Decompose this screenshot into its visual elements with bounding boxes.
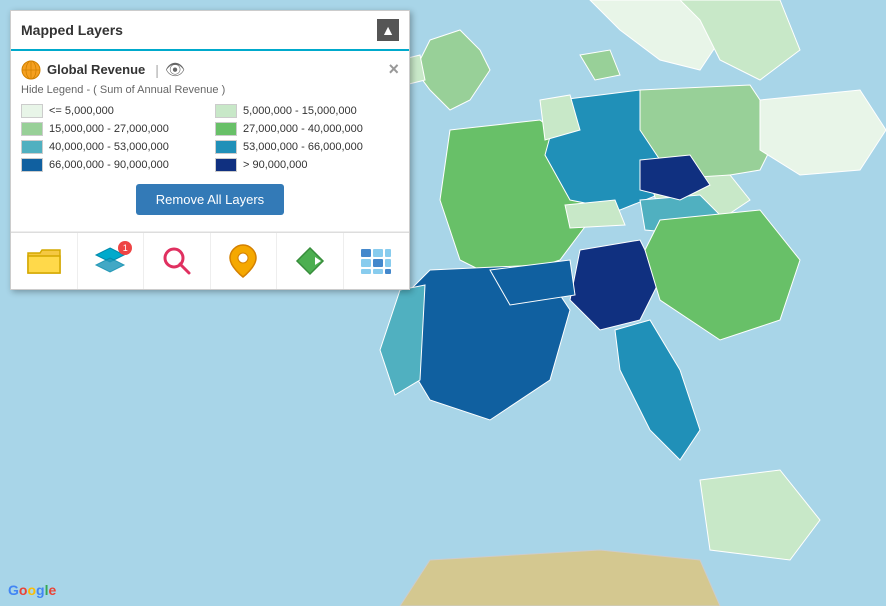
legend-swatch-1 [215, 104, 237, 118]
layer-name: Global Revenue [47, 62, 145, 77]
toolbar-search-button[interactable] [144, 233, 211, 289]
globe-icon [21, 60, 41, 80]
layers-wrapper: 1 [94, 245, 126, 278]
layer-close-button[interactable]: × [388, 59, 399, 80]
toolbar-layers-button[interactable]: 1 [78, 233, 145, 289]
legend-item-7: > 90,000,000 [215, 158, 399, 172]
remove-all-layers-button[interactable]: Remove All Layers [136, 184, 284, 215]
legend-swatch-5 [215, 140, 237, 154]
legend-label-3: 27,000,000 - 40,000,000 [243, 123, 363, 135]
google-logo: Google [8, 582, 56, 598]
map-container: Mapped Layers ▲ Global Revenue | 👁 × Hid… [0, 0, 886, 606]
legend-label-7: > 90,000,000 [243, 159, 308, 171]
legend-label-2: 15,000,000 - 27,000,000 [49, 123, 169, 135]
layer-section: Global Revenue | 👁 × Hide Legend - ( Sum… [11, 51, 409, 232]
legend-label-1: 5,000,000 - 15,000,000 [243, 105, 357, 117]
legend-item-6: 66,000,000 - 90,000,000 [21, 158, 205, 172]
toolbar: 1 [11, 232, 409, 289]
panel-collapse-button[interactable]: ▲ [377, 19, 399, 41]
legend-item-4: 40,000,000 - 53,000,000 [21, 140, 205, 154]
legend-label-5: 53,000,000 - 66,000,000 [243, 141, 363, 153]
location-icon [228, 243, 258, 279]
toolbar-menu-button[interactable] [344, 233, 410, 289]
legend-item-2: 15,000,000 - 27,000,000 [21, 122, 205, 136]
legend-swatch-3 [215, 122, 237, 136]
legend-grid: <= 5,000,000 5,000,000 - 15,000,000 15,0… [21, 104, 399, 172]
legend-item-5: 53,000,000 - 66,000,000 [215, 140, 399, 154]
legend-label-4: 40,000,000 - 53,000,000 [49, 141, 169, 153]
legend-swatch-4 [21, 140, 43, 154]
menu-icon [361, 247, 391, 275]
visibility-toggle[interactable]: 👁 [165, 60, 185, 80]
panel-title: Mapped Layers [21, 22, 123, 38]
legend-swatch-2 [21, 122, 43, 136]
toolbar-location-button[interactable] [211, 233, 278, 289]
panel-header: Mapped Layers ▲ [11, 11, 409, 51]
layer-header: Global Revenue | 👁 × [21, 59, 399, 80]
legend-swatch-0 [21, 104, 43, 118]
folder-icon [26, 247, 62, 275]
mapped-layers-panel: Mapped Layers ▲ Global Revenue | 👁 × Hid… [10, 10, 410, 290]
legend-swatch-7 [215, 158, 237, 172]
directions-icon [295, 246, 325, 276]
legend-item-3: 27,000,000 - 40,000,000 [215, 122, 399, 136]
legend-label-6: 66,000,000 - 90,000,000 [49, 159, 169, 171]
layers-badge: 1 [118, 241, 132, 255]
toolbar-directions-button[interactable] [277, 233, 344, 289]
legend-label-0: <= 5,000,000 [49, 105, 114, 117]
hide-legend-text[interactable]: Hide Legend - ( Sum of Annual Revenue ) [21, 84, 399, 96]
legend-item-1: 5,000,000 - 15,000,000 [215, 104, 399, 118]
toolbar-folder-button[interactable] [11, 233, 78, 289]
search-icon [161, 245, 193, 277]
legend-swatch-6 [21, 158, 43, 172]
legend-item-0: <= 5,000,000 [21, 104, 205, 118]
